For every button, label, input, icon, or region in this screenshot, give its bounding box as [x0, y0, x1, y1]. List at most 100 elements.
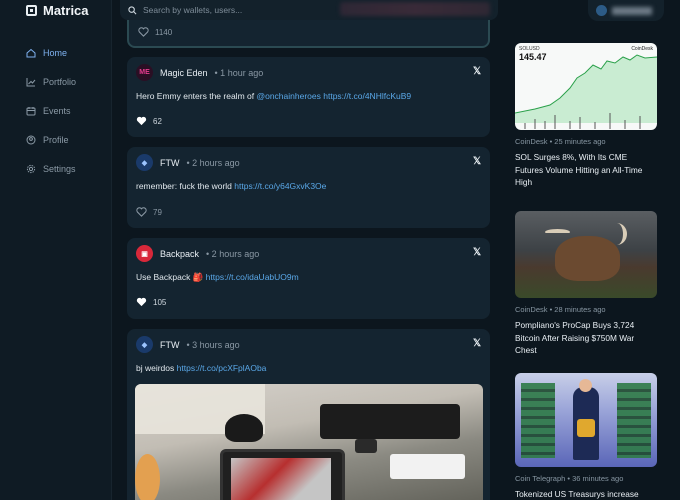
wallet-blurred: [612, 6, 652, 15]
post-body: Hero Emmy enters the realm of: [136, 91, 257, 101]
post-author[interactable]: Backpack: [160, 249, 199, 259]
photo-horn: [545, 229, 570, 235]
post-body: Use Backpack 🎒: [136, 272, 206, 282]
post-author[interactable]: FTW: [160, 158, 180, 168]
post-header: ◆ FTW • 2 hours ago: [136, 154, 240, 171]
post-time: • 2 hours ago: [206, 248, 260, 259]
feed-card[interactable]: ◆ FTW • 2 hours ago 𝕏 remember: fuck the…: [127, 147, 490, 228]
sidebar-item-profile[interactable]: Profile: [26, 125, 76, 154]
news-image[interactable]: [515, 373, 657, 467]
post-header: ME Magic Eden • 1 hour ago: [136, 64, 263, 81]
x-logo-icon[interactable]: 𝕏: [473, 247, 481, 258]
sidebar-item-label: Home: [43, 47, 68, 58]
logo[interactable]: Matrica: [26, 3, 89, 18]
heart-outline-icon: [136, 207, 147, 217]
photo-horn: [607, 223, 627, 245]
magic-eden-avatar[interactable]: ME: [136, 64, 153, 81]
heart-icon: [136, 297, 147, 307]
like-button[interactable]: 62: [136, 116, 162, 126]
sidebar-item-home[interactable]: Home: [26, 38, 76, 67]
photo-box: [390, 454, 465, 479]
like-count: 105: [153, 297, 167, 307]
post-text: bj weirdos https://t.co/pcXFplAOba: [136, 363, 266, 373]
news-image[interactable]: [515, 211, 657, 298]
post-text: Use Backpack 🎒 https://t.co/idaUabUO9m: [136, 272, 299, 283]
like-count: 1140: [155, 27, 173, 37]
search-input[interactable]: [143, 5, 343, 15]
post-text: remember: fuck the world https://t.co/y6…: [136, 181, 326, 191]
user-icon: [26, 135, 36, 144]
post-mention[interactable]: @onchainheroes: [256, 91, 320, 101]
app-name: Matrica: [43, 3, 89, 18]
photo-rack: [617, 383, 651, 458]
post-body: bj weirdos: [136, 363, 177, 373]
sidebar-item-settings[interactable]: Settings: [26, 154, 76, 183]
news-item[interactable]: Coin Telegraph • 36 minutes ago Tokenize…: [515, 373, 657, 500]
like-count: 62: [153, 116, 162, 126]
calendar-icon: [26, 106, 36, 115]
sidebar-item-portfolio[interactable]: Portfolio: [26, 67, 76, 96]
post-header: ◆ FTW • 3 hours ago: [136, 336, 240, 353]
news-title[interactable]: Pompliano's ProCap Buys 3,724 Bitcoin Af…: [515, 319, 657, 357]
post-time: • 3 hours ago: [186, 339, 240, 350]
x-logo-icon[interactable]: 𝕏: [473, 338, 481, 349]
user-avatar: [596, 5, 607, 16]
search-blur-overlay: [340, 2, 490, 16]
heart-outline-icon: [138, 27, 149, 37]
post-image[interactable]: [135, 384, 483, 500]
photo-head: [579, 379, 592, 392]
sidebar-item-label: Events: [43, 105, 71, 116]
news-source: CoinDesk • 28 minutes ago: [515, 305, 606, 314]
post-time: • 1 hour ago: [214, 67, 264, 78]
feed-card[interactable]: ▣ Backpack • 2 hours ago 𝕏 Use Backpack …: [127, 238, 490, 319]
home-icon: [26, 48, 36, 57]
post-text: Hero Emmy enters the realm of @onchainhe…: [136, 91, 411, 101]
sidebar-item-label: Settings: [43, 163, 76, 174]
sidebar-item-label: Profile: [43, 134, 69, 145]
like-button[interactable]: 105: [136, 297, 166, 307]
news-image[interactable]: SOLUSD 145.47 CoinDesk: [515, 43, 657, 130]
user-chip[interactable]: [588, 0, 664, 21]
price-chart-graphic: [515, 54, 657, 129]
photo-coin-box: [577, 419, 595, 437]
news-title[interactable]: Tokenized US Treasurys increase: [515, 488, 657, 500]
matrica-logo-icon: [26, 5, 37, 16]
news-source: Coin Telegraph • 36 minutes ago: [515, 474, 624, 483]
sidebar: Matrica Home Portfolio Events Profile Se…: [0, 0, 112, 500]
ftw-avatar[interactable]: ◆: [136, 336, 153, 353]
sidebar-item-label: Portfolio: [43, 76, 77, 87]
gear-icon: [26, 164, 36, 173]
sidebar-item-events[interactable]: Events: [26, 96, 76, 125]
news-item[interactable]: CoinDesk • 28 minutes ago Pompliano's Pr…: [515, 211, 657, 357]
ftw-avatar[interactable]: ◆: [136, 154, 153, 171]
news-item[interactable]: SOLUSD 145.47 CoinDesk CoinDesk • 25 min…: [515, 43, 657, 189]
post-body: remember: fuck the world: [136, 181, 235, 191]
post-header: ▣ Backpack • 2 hours ago: [136, 245, 259, 262]
chart-icon: [26, 77, 36, 86]
like-button[interactable]: 1140: [138, 27, 172, 37]
post-link[interactable]: https://t.co/4NHlfcKuB9: [323, 91, 411, 101]
x-logo-icon[interactable]: 𝕏: [473, 156, 481, 167]
post-time: • 2 hours ago: [186, 157, 240, 168]
post-author[interactable]: FTW: [160, 340, 180, 350]
photo-tablet-screen: [231, 458, 331, 500]
post-link[interactable]: https://t.co/pcXFplAOba: [177, 363, 267, 373]
news-title[interactable]: SOL Surges 8%, With Its CME Futures Volu…: [515, 151, 657, 189]
search-icon: [128, 5, 137, 14]
photo-device: [355, 439, 377, 453]
like-count: 79: [153, 207, 162, 217]
search-bar[interactable]: [120, 0, 498, 20]
post-author[interactable]: Magic Eden: [160, 68, 208, 78]
feed-card[interactable]: ME Magic Eden • 1 hour ago 𝕏 Hero Emmy e…: [127, 57, 490, 137]
photo-cat: [225, 414, 263, 442]
photo-monitor: [320, 404, 460, 439]
feed-card[interactable]: ◆ FTW • 3 hours ago 𝕏 bj weirdos https:/…: [127, 329, 490, 500]
post-link[interactable]: https://t.co/idaUabUO9m: [206, 272, 299, 282]
news-source: CoinDesk • 25 minutes ago: [515, 137, 606, 146]
backpack-avatar[interactable]: ▣: [136, 245, 153, 262]
post-link[interactable]: https://t.co/y64GxvK3Oe: [234, 181, 326, 191]
photo-plate: [135, 454, 160, 500]
sidebar-nav: Home Portfolio Events Profile Settings: [26, 38, 76, 183]
x-logo-icon[interactable]: 𝕏: [473, 66, 481, 77]
like-button[interactable]: 79: [136, 207, 162, 217]
